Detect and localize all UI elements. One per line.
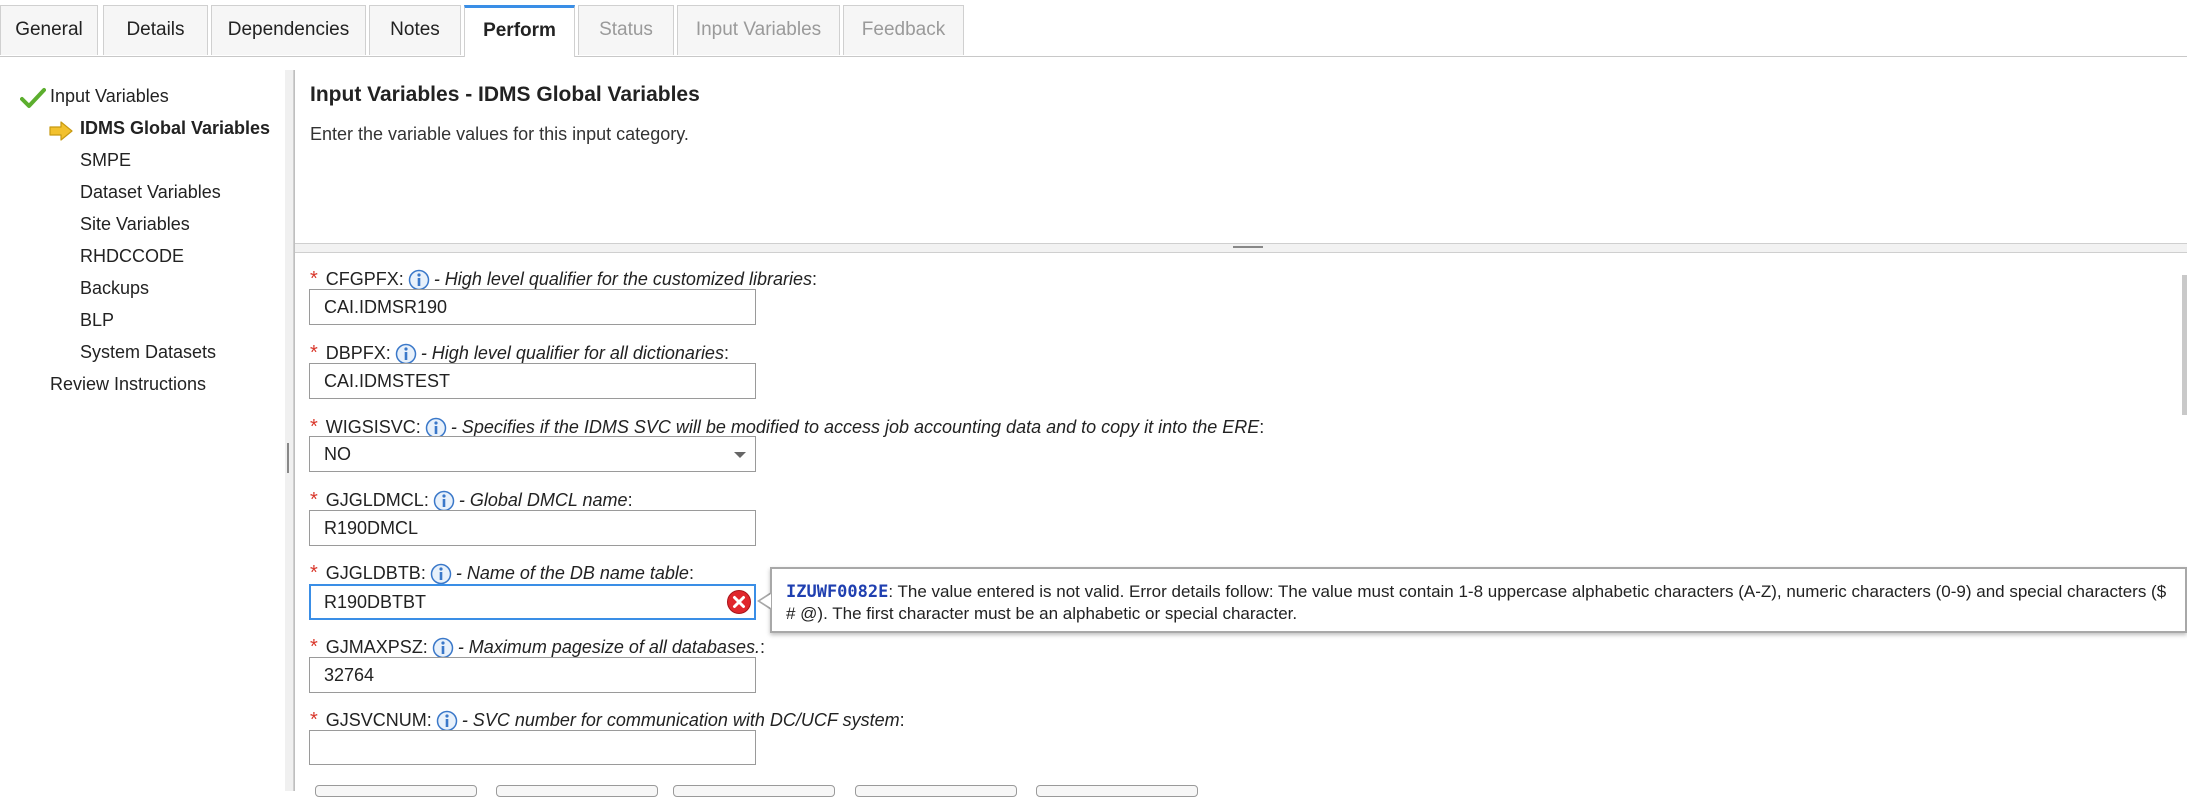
bottom-button-2[interactable] <box>496 785 658 797</box>
field-label-gjmaxpsz: * GJMAXPSZ: - Maximum pagesize of all da… <box>310 636 765 659</box>
field-label-cfgpfx: * CFGPFX: - High level qualifier for the… <box>310 268 817 291</box>
error-icon <box>727 590 751 614</box>
field-name: GJGLDMCL: <box>325 490 429 510</box>
select-value: NO <box>324 444 351 464</box>
bottom-button-1[interactable] <box>315 785 477 797</box>
field-label-dbpfx: * DBPFX: - High level qualifier for all … <box>310 342 729 365</box>
error-message: : The value entered is not valid. Error … <box>786 582 2167 623</box>
vertical-splitter[interactable] <box>285 70 294 791</box>
field-label-gjgldmcl: * GJGLDMCL: - Global DMCL name : <box>310 489 633 512</box>
nav-backups[interactable]: Backups <box>80 278 149 299</box>
field-name: DBPFX: <box>325 343 391 363</box>
field-description: - SVC number for communication with DC/U… <box>461 710 900 730</box>
required-marker: * <box>310 489 318 511</box>
tab-general[interactable]: General <box>0 5 98 55</box>
gjmaxpsz-input[interactable]: 32764 <box>309 657 756 693</box>
tab-perform[interactable]: Perform <box>464 5 575 57</box>
field-suffix: : <box>627 490 633 510</box>
field-name: GJSVCNUM: <box>325 710 432 730</box>
bottom-button-4[interactable] <box>855 785 1017 797</box>
nav-blp[interactable]: BLP <box>80 310 114 331</box>
field-name: GJMAXPSZ: <box>325 637 428 657</box>
horizontal-splitter-grip[interactable] <box>1233 246 1263 248</box>
field-name: GJGLDBTB: <box>325 563 426 583</box>
horizontal-splitter[interactable] <box>295 243 2187 253</box>
nav-smpe[interactable]: SMPE <box>80 150 131 171</box>
nav-idms-global-variables[interactable]: IDMS Global Variables <box>80 118 270 139</box>
tab-input-variables: Input Variables <box>677 5 840 55</box>
field-description: - Specifies if the IDMS SVC will be modi… <box>450 417 1260 437</box>
bottom-button-3[interactable] <box>673 785 835 797</box>
tab-feedback: Feedback <box>843 5 964 55</box>
field-description: - Name of the DB name table <box>455 563 689 583</box>
wigsisvc-select[interactable]: NO <box>309 436 756 472</box>
field-suffix: : <box>899 710 905 730</box>
field-label-gjsvcnum: * GJSVCNUM: - SVC number for communicati… <box>310 709 905 732</box>
page-description: Enter the variable values for this input… <box>310 124 689 144</box>
tab-notes[interactable]: Notes <box>369 5 461 55</box>
tab-dependencies[interactable]: Dependencies <box>211 5 366 55</box>
nav-input-variables[interactable]: Input Variables <box>50 86 169 107</box>
required-marker: * <box>310 709 318 731</box>
nav-review-instructions[interactable]: Review Instructions <box>50 374 206 395</box>
field-name: CFGPFX: <box>325 269 404 289</box>
dbpfx-input[interactable]: CAI.IDMSTEST <box>309 363 756 399</box>
required-marker: * <box>310 636 318 658</box>
tooltip-pointer-inner <box>760 594 771 608</box>
cfgpfx-input[interactable]: CAI.IDMSR190 <box>309 289 756 325</box>
error-tooltip: IZUWF0082E: The value entered is not val… <box>770 567 2187 633</box>
page-title: Input Variables - IDMS Global Variables <box>310 83 700 106</box>
form-scrollbar[interactable] <box>2182 275 2187 415</box>
required-marker: * <box>310 268 318 290</box>
info-icon[interactable] <box>408 269 430 291</box>
tab-status: Status <box>578 5 674 55</box>
field-description: - Global DMCL name <box>458 490 628 510</box>
field-suffix: : <box>1259 417 1265 437</box>
gjsvcnum-input[interactable] <box>309 730 756 765</box>
panel-border <box>294 70 295 791</box>
info-icon[interactable] <box>395 343 417 365</box>
field-description: - Maximum pagesize of all databases. <box>457 637 760 657</box>
gjgldbtb-input[interactable]: R190DBTBT <box>309 584 756 620</box>
check-icon <box>20 88 46 108</box>
required-marker: * <box>310 342 318 364</box>
chevron-down-icon[interactable] <box>734 452 746 458</box>
splitter-grip[interactable] <box>287 443 289 473</box>
tab-bar: General Details Dependencies Notes Perfo… <box>0 0 2187 57</box>
field-suffix: : <box>759 637 765 657</box>
field-description: - High level qualifier for all dictionar… <box>420 343 724 363</box>
required-marker: * <box>310 562 318 584</box>
arrow-right-icon <box>49 121 73 141</box>
gjgldmcl-input[interactable]: R190DMCL <box>309 510 756 546</box>
field-suffix: : <box>688 563 694 583</box>
bottom-button-5[interactable] <box>1036 785 1198 797</box>
tab-details[interactable]: Details <box>103 5 208 55</box>
info-icon[interactable] <box>433 490 455 512</box>
field-name: WIGSISVC: <box>325 417 421 437</box>
field-suffix: : <box>811 269 817 289</box>
nav-dataset-variables[interactable]: Dataset Variables <box>80 182 221 203</box>
nav-site-variables[interactable]: Site Variables <box>80 214 190 235</box>
nav-system-datasets[interactable]: System Datasets <box>80 342 216 363</box>
nav-rhdccode[interactable]: RHDCCODE <box>80 246 184 267</box>
field-label-gjgldbtb: * GJGLDBTB: - Name of the DB name table … <box>310 562 694 585</box>
info-icon[interactable] <box>436 710 458 732</box>
field-description: - High level qualifier for the customize… <box>433 269 812 289</box>
field-suffix: : <box>723 343 729 363</box>
error-code: IZUWF0082E <box>786 582 889 602</box>
info-icon[interactable] <box>432 637 454 659</box>
info-icon[interactable] <box>430 563 452 585</box>
